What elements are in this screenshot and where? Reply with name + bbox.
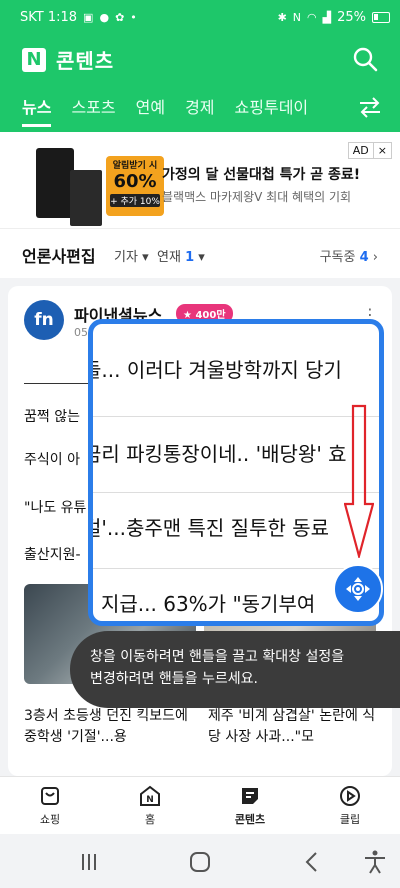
home-n-icon: N — [140, 785, 160, 806]
tooltip-line: 변경하려면 핸들을 누르세요. — [90, 671, 258, 687]
back-icon[interactable] — [297, 850, 327, 874]
divider — [93, 568, 379, 569]
bluetooth-icon: ✱ — [277, 11, 287, 24]
source-logo[interactable]: fn — [24, 300, 64, 340]
notification-icon: ● — [99, 11, 110, 24]
content-icon — [242, 788, 258, 804]
nav-home[interactable]: N 홈 — [120, 785, 180, 827]
tooltip-line: 창을 이동하려면 핸들을 끌고 확대창 설정을 — [90, 649, 345, 665]
nav-content[interactable]: 콘텐츠 — [220, 785, 280, 827]
chevron-down-icon: ▾ — [142, 250, 149, 265]
promo-top-text: 알림받기 시 — [112, 161, 158, 171]
source-date: 05 — [74, 326, 88, 339]
nav-label: 쇼핑 — [39, 813, 61, 826]
search-icon[interactable] — [352, 46, 378, 72]
phone-screen: SKT 1:18 ▣ ● ✿ • ✱ N ◠ ▟ 25% N 콘텐츠 뉴스 스포… — [0, 0, 400, 888]
arrow-down-icon — [344, 404, 374, 558]
home-button-icon[interactable] — [185, 850, 215, 874]
bottom-navigation: 쇼핑 N 홈 콘텐츠 클립 — [0, 776, 400, 834]
ad-label: AD — [352, 144, 369, 157]
brand[interactable]: N 콘텐츠 — [22, 45, 114, 74]
list-item[interactable]: 주식이 아 — [24, 449, 80, 469]
list-item[interactable]: 출산지원- — [24, 544, 81, 564]
nav-shopping[interactable]: 쇼핑 — [20, 785, 80, 827]
nav-label: 홈 — [144, 813, 156, 826]
swap-tabs-icon[interactable] — [358, 96, 382, 118]
news-caption[interactable]: 3층서 초등생 던진 킥보드에 중학생 '기절'...용 — [24, 706, 196, 748]
series-filter[interactable]: 연재 1 ▾ — [157, 246, 205, 265]
subscribed-link[interactable]: 구독중 4 › — [320, 246, 378, 265]
ad-image: 알림받기 시 60% + 추가 10% — [18, 140, 164, 226]
naver-logo: N — [22, 47, 46, 72]
ad-subtitle: 블랙맥스 마카제왕V 최대 혜택의 기회 — [162, 190, 352, 204]
magnifier-tooltip: 창을 이동하려면 핸들을 끌고 확대창 설정을 변경하려면 핸들을 누르세요. — [70, 631, 400, 708]
list-item[interactable]: "나도 유튜 — [24, 497, 86, 517]
magnified-line: 금리 파킹통장이네.. '배당왕' 효 — [88, 442, 347, 466]
series-filter-label: 연재 — [157, 250, 181, 265]
clip-play-icon — [340, 786, 360, 806]
subscribed-label: 구독중 — [319, 250, 356, 265]
product-box-image — [36, 148, 74, 218]
battery-icon — [372, 12, 390, 23]
nav-clip[interactable]: 클립 — [320, 785, 380, 827]
nfc-icon: N — [292, 11, 302, 24]
news-caption[interactable]: 제주 '비계 삼겹살' 논란에 식당 사장 사과..."모 — [208, 706, 380, 748]
recent-apps-icon[interactable] — [74, 850, 104, 874]
section-title: 언론사편집 — [22, 247, 96, 266]
move-handle-icon — [346, 577, 370, 601]
ad-title: 가정의 달 선물대첩 특가 곧 종료! — [162, 167, 361, 183]
divider — [24, 383, 94, 384]
section-header: 언론사편집 기자 ▾ 연재 1 ▾ 구독중 4 › — [0, 228, 400, 278]
more-options-icon[interactable]: ⋮ — [362, 307, 378, 323]
subscribed-count: 4 — [359, 250, 369, 265]
list-item[interactable]: 꿈쩍 않는 — [24, 406, 80, 426]
chevron-down-icon: ▾ — [198, 250, 205, 265]
series-count: 1 — [185, 250, 195, 265]
magnifier-handle[interactable] — [333, 564, 383, 614]
battery-percent: 25% — [337, 10, 366, 25]
wifi-icon: ◠ — [307, 11, 317, 24]
tab-shopping-today[interactable]: 쇼핑투데이 — [235, 94, 309, 127]
ad-banner[interactable]: AD × 알림받기 시 60% + 추가 10% 가정의 달 선물대첩 특가 곧… — [0, 132, 400, 228]
app-header: SKT 1:18 ▣ ● ✿ • ✱ N ◠ ▟ 25% N 콘텐츠 뉴스 스포… — [0, 0, 400, 132]
shopping-bag-icon — [41, 787, 59, 805]
status-time: SKT 1:18 — [20, 10, 78, 25]
tab-sports[interactable]: 스포츠 — [71, 94, 115, 127]
more-notifications-icon: • — [130, 11, 137, 24]
ad-promo-badge: 알림받기 시 60% + 추가 10% — [106, 156, 164, 216]
promo-percent: 60% — [113, 171, 157, 192]
app-notification-icon: ✿ — [115, 11, 125, 24]
nav-label: 클립 — [339, 813, 361, 826]
nav-label: 콘텐츠 — [234, 813, 266, 826]
system-navigation-bar — [0, 834, 400, 888]
reporter-filter-label: 기자 — [114, 250, 138, 265]
reporter-filter[interactable]: 기자 ▾ — [114, 246, 149, 265]
signal-icon: ▟ — [322, 11, 332, 24]
status-bar: SKT 1:18 ▣ ● ✿ • ✱ N ◠ ▟ 25% — [0, 0, 400, 34]
product-bottle-image — [70, 170, 102, 226]
page-title: 콘텐츠 — [56, 49, 115, 73]
promo-extra: + 추가 10% — [110, 194, 160, 207]
gallery-notification-icon: ▣ — [83, 11, 94, 24]
magnified-line: 걸'...충주맨 특진 질투한 동료 — [88, 516, 330, 540]
divider — [93, 416, 379, 417]
tab-economy[interactable]: 경제 — [185, 94, 214, 127]
ad-close-button[interactable]: × — [372, 143, 391, 158]
chevron-right-icon: › — [372, 250, 378, 265]
magnified-line: 들... 이러다 겨울방학까지 당기 — [88, 358, 342, 382]
divider — [93, 492, 379, 493]
category-tabs: 뉴스 스포츠 연예 경제 쇼핑투데이 — [22, 94, 308, 127]
accessibility-icon[interactable] — [360, 850, 390, 874]
ad-badge: AD × — [347, 142, 392, 159]
tab-news[interactable]: 뉴스 — [22, 94, 52, 127]
svg-text:N: N — [146, 795, 154, 805]
tab-entertainment[interactable]: 연예 — [136, 94, 165, 127]
